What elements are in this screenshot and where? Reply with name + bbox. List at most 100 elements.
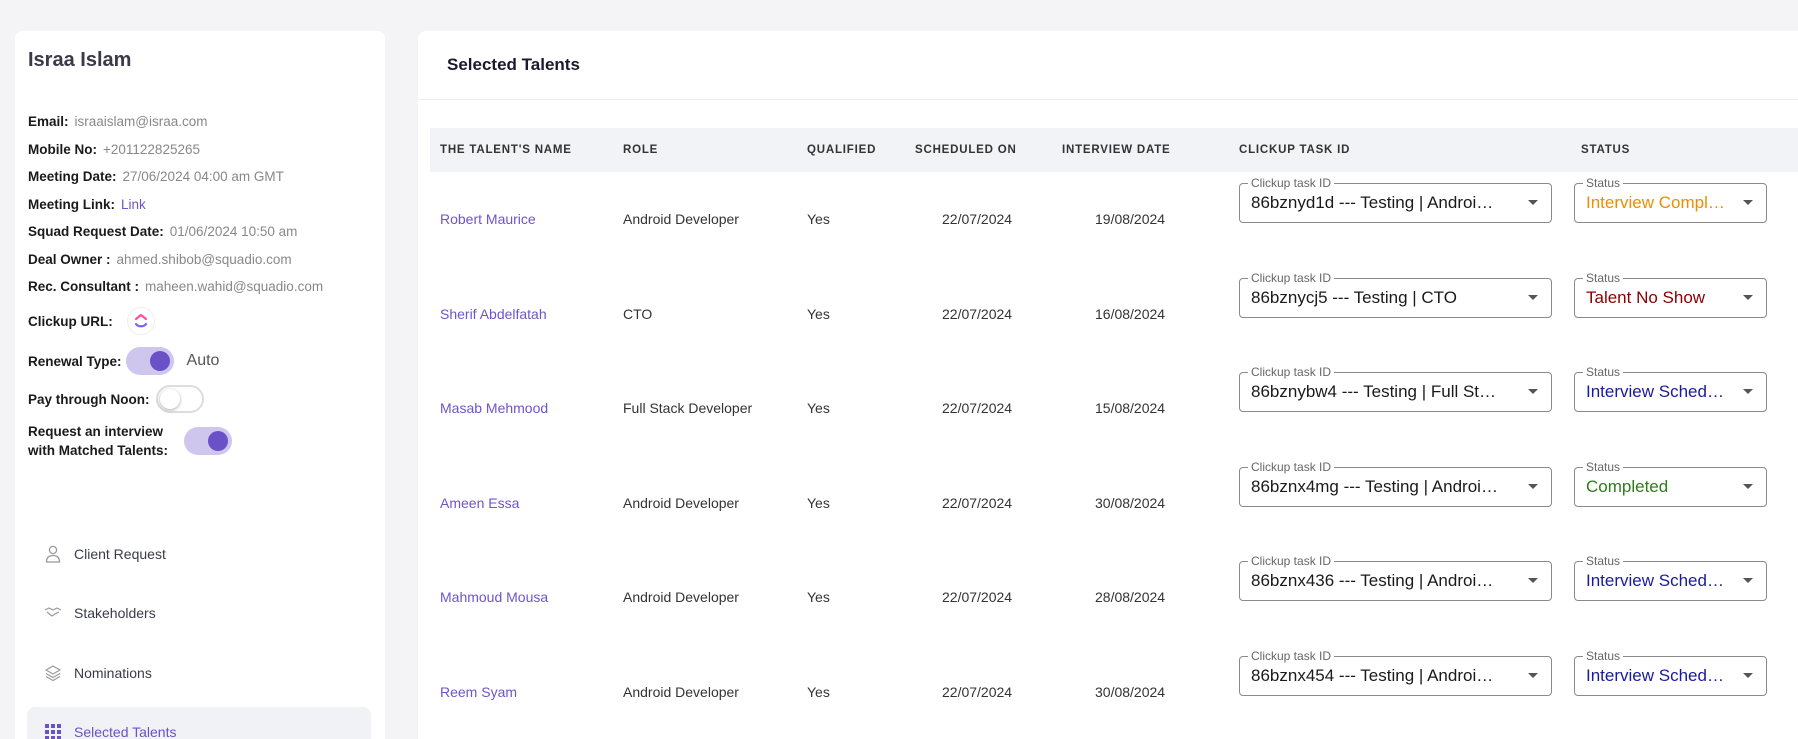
sidebar-item-label: Nominations — [74, 664, 152, 681]
talent-name-link[interactable]: Masab Mehmood — [440, 361, 548, 455]
selected-talents-panel: Selected Talents THE TALENT'S NAME ROLE … — [418, 31, 1798, 739]
sidebar-nav: Client Request Stakeholders Nominations … — [27, 528, 371, 739]
renewal-type-row: Renewal Type: Auto — [28, 347, 219, 375]
request-interview-row: Request an interview with Matched Talent… — [28, 422, 233, 460]
chevron-down-icon — [1528, 295, 1538, 300]
clickup-task-value: 86bznx4mg --- Testing | Android Develope… — [1251, 477, 1501, 496]
chevron-down-icon — [1743, 673, 1753, 678]
column-header-role: ROLE — [623, 144, 659, 156]
table-row: Sherif Abdelfatah CTO Yes 22/07/2024 16/… — [430, 267, 1798, 361]
column-header-status: STATUS — [1581, 144, 1631, 156]
toggle-knob — [149, 351, 170, 371]
toggle-knob — [159, 389, 180, 409]
interview-date: 30/08/2024 — [1095, 495, 1166, 511]
interview-date: 19/08/2024 — [1095, 211, 1166, 227]
client-name: Israa Islam — [28, 49, 132, 71]
talent-role: Android Developer — [623, 684, 739, 700]
request-interview-toggle[interactable] — [184, 427, 233, 455]
meeting-date-value: 27/06/2024 04:00 am GMT — [122, 169, 284, 184]
info-label: Email: — [28, 114, 69, 129]
clickup-task-select[interactable]: Clickup task ID 86bznx454 --- Testing | … — [1239, 649, 1552, 696]
talent-qualified: Yes — [807, 306, 830, 322]
status-value: Interview Scheduled — [1586, 666, 1726, 685]
chevron-down-icon — [1528, 200, 1538, 205]
column-header-clickup-task-id: CLICKUP TASK ID — [1239, 144, 1351, 156]
talent-qualified: Yes — [807, 495, 830, 511]
scheduled-on-date: 22/07/2024 — [942, 400, 1013, 416]
clickup-logo-icon[interactable] — [126, 306, 155, 335]
client-info-list: Email: israaislam@israa.com Mobile No: +20… — [28, 111, 323, 336]
status-select[interactable]: Status Talent No Show — [1574, 271, 1767, 318]
status-value: Talent No Show — [1586, 288, 1706, 307]
chevron-down-icon — [1528, 673, 1538, 678]
status-select[interactable]: Status Interview Completed — [1574, 176, 1767, 223]
talent-role: Android Developer — [623, 495, 739, 511]
sidebar-item-label: Client Request — [74, 545, 166, 562]
clickup-task-select[interactable]: Clickup task ID 86bznx436 --- Testing | … — [1239, 554, 1552, 601]
info-meeting-link: Meeting Link: Link — [28, 194, 323, 222]
info-label: Deal Owner : — [28, 251, 111, 267]
chevron-down-icon — [1743, 578, 1753, 583]
user-icon — [44, 545, 62, 563]
talent-role: Android Developer — [623, 211, 739, 227]
request-interview-label-line1: Request an interview — [28, 424, 164, 439]
talent-name-link[interactable]: Sherif Abdelfatah — [440, 267, 547, 361]
divider — [418, 99, 1798, 100]
mobile-value: +201122825265 — [103, 141, 200, 157]
status-select[interactable]: Status Completed — [1574, 460, 1767, 507]
clickup-task-value: 86bznycj5 --- Testing | CTO — [1251, 288, 1457, 307]
talent-name-link[interactable]: Reem Syam — [440, 645, 517, 739]
pay-through-noon-row: Pay through Noon: — [28, 385, 204, 413]
toggle-knob — [208, 431, 229, 451]
talent-qualified: Yes — [807, 400, 830, 416]
status-select[interactable]: Status Interview Scheduled — [1574, 554, 1767, 601]
column-header-qualified: QUALIFIED — [807, 144, 877, 156]
sidebar-item-label: Stakeholders — [74, 605, 156, 621]
chevron-down-icon — [1743, 295, 1753, 300]
table-row: Reem Syam Android Developer Yes 22/07/20… — [430, 645, 1798, 739]
status-select[interactable]: Status Interview Scheduled — [1574, 365, 1767, 412]
talent-name-link[interactable]: Robert Maurice — [440, 172, 536, 266]
chevron-down-icon — [1743, 389, 1753, 394]
talent-name-link[interactable]: Mahmoud Mousa — [440, 550, 548, 644]
pay-through-noon-toggle[interactable] — [155, 385, 204, 413]
sidebar-item-stakeholders[interactable]: Stakeholders — [27, 588, 371, 639]
scheduled-on-date: 22/07/2024 — [942, 495, 1013, 511]
talent-role: CTO — [623, 306, 653, 322]
chevron-down-icon — [1528, 484, 1538, 489]
interview-date: 30/08/2024 — [1095, 684, 1166, 700]
clickup-task-select[interactable]: Clickup task ID 86bznycj5 --- Testing | … — [1239, 271, 1552, 318]
clickup-task-select[interactable]: Clickup task ID 86bznybw4 --- Testing | … — [1239, 365, 1552, 412]
scheduled-on-date: 22/07/2024 — [942, 306, 1013, 322]
table-header: THE TALENT'S NAME ROLE QUALIFIED SCHEDUL… — [430, 128, 1798, 172]
column-header-name: THE TALENT'S NAME — [440, 144, 572, 156]
clickup-task-value: 86bznx454 --- Testing | Android Develope… — [1251, 666, 1501, 685]
table-row: Ameen Essa Android Developer Yes 22/07/2… — [430, 456, 1798, 550]
interview-date: 28/08/2024 — [1095, 589, 1166, 605]
handshake-icon — [44, 604, 62, 622]
info-squad-request-date: Squad Request Date: 01/06/2024 10:50 am — [28, 221, 323, 249]
renewal-type-toggle[interactable] — [125, 347, 174, 375]
pay-through-noon-label: Pay through Noon: — [28, 391, 150, 407]
clickup-task-value: 86bznyd1d --- Testing | Android Develope… — [1251, 193, 1501, 212]
clickup-task-value: 86bznx436 --- Testing | Android Develope… — [1251, 571, 1501, 590]
sidebar-item-client-request[interactable]: Client Request — [27, 528, 371, 579]
chevron-down-icon — [1528, 578, 1538, 583]
sidebar-item-selected-talents[interactable]: Selected Talents — [27, 706, 371, 739]
talent-qualified: Yes — [807, 684, 830, 700]
client-details-panel: Israa Islam Email: israaislam@israa.com M… — [15, 31, 385, 739]
deal-owner-value: ahmed.shibob@squadio.com — [116, 251, 292, 267]
talent-name-link[interactable]: Ameen Essa — [440, 456, 519, 550]
layers-icon — [44, 664, 62, 682]
info-mobile: Mobile No: +201122825265 — [28, 139, 323, 167]
clickup-task-select[interactable]: Clickup task ID 86bznyd1d --- Testing | … — [1239, 176, 1552, 223]
column-header-scheduled-on: SCHEDULED ON — [915, 144, 1017, 156]
status-select[interactable]: Status Interview Scheduled — [1574, 649, 1767, 696]
info-clickup-url: Clickup URL: — [28, 306, 323, 337]
talent-qualified: Yes — [807, 211, 830, 227]
clickup-task-select[interactable]: Clickup task ID 86bznx4mg --- Testing | … — [1239, 460, 1552, 507]
sidebar-item-nominations[interactable]: Nominations — [27, 647, 371, 698]
meeting-link[interactable]: Link — [121, 197, 146, 212]
table-row: Robert Maurice Android Developer Yes 22/… — [430, 172, 1798, 266]
info-label: Rec. Consultant : — [28, 279, 140, 294]
